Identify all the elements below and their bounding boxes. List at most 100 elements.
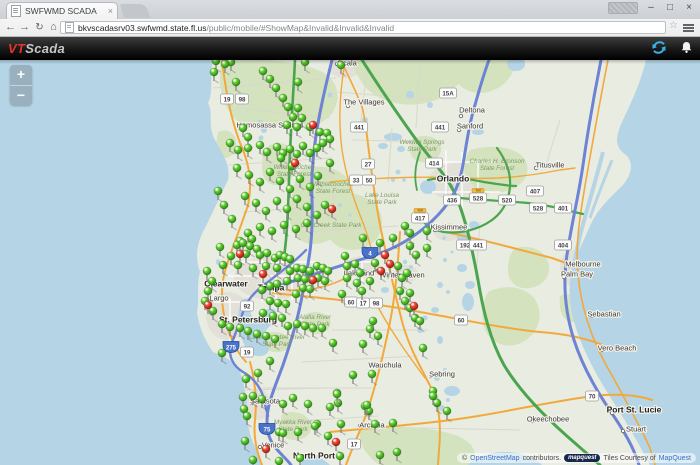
svg-text:Port St. Lucie: Port St. Lucie [607, 405, 662, 415]
refresh-icon[interactable] [651, 40, 667, 55]
page-icon [65, 22, 74, 33]
svg-text:State Park: State Park [367, 199, 397, 206]
svg-text:436: 436 [447, 197, 458, 204]
route-shield: 441 [470, 240, 487, 250]
city-label: Melbourne [565, 260, 600, 269]
interstate-shield: 75 [259, 424, 275, 435]
svg-text:Wauchula: Wauchula [368, 361, 402, 370]
browser-menu-icon[interactable] [683, 24, 694, 32]
maximize-button[interactable]: □ [661, 0, 679, 16]
alarm-bell-icon[interactable] [679, 40, 694, 55]
route-shield: 50 [363, 175, 376, 185]
tab-favicon-icon [11, 5, 21, 17]
svg-text:275: 275 [226, 345, 237, 351]
svg-text:Kissimmee: Kissimmee [431, 223, 468, 232]
route-shield: 19 [221, 94, 234, 104]
route-shield: 98 [370, 298, 383, 308]
city-label: Sebastian [587, 310, 620, 319]
svg-text:Alafia River: Alafia River [298, 314, 332, 321]
forward-button[interactable]: → [18, 19, 31, 37]
reload-button[interactable]: ↻ [33, 19, 46, 37]
browser-toolbar: ← → ↻ ⌂ bkvscadasrv03.swfwmd.state.fl.us… [0, 19, 700, 37]
map-svg: Wekiwa SpringsState ParkWithlacoocheeSta… [0, 60, 700, 465]
svg-text:Sebring: Sebring [429, 370, 455, 379]
route-shield: 414 [426, 158, 443, 168]
svg-text:Myakka River: Myakka River [274, 419, 313, 426]
svg-text:92: 92 [244, 303, 251, 310]
route-shield: 401 [555, 203, 572, 213]
window-close-button[interactable]: × [680, 0, 698, 16]
city-label: Stuart [621, 425, 647, 434]
city-label: Sanford [457, 122, 483, 132]
address-bar[interactable]: bkvscadasrv03.swfwmd.state.fl.us/public/… [60, 21, 666, 34]
back-button[interactable]: ← [4, 19, 17, 37]
minimize-button[interactable]: – [642, 0, 660, 16]
mapquest-logo: mapquest [564, 454, 600, 462]
bookmark-star-icon[interactable]: ☆ [669, 20, 678, 31]
app-header: VTScada [0, 37, 700, 60]
window-badge [608, 2, 638, 14]
svg-text:The Villages: The Villages [343, 98, 384, 107]
svg-text:Palm Bay: Palm Bay [561, 270, 593, 279]
station-marker-green[interactable] [275, 457, 284, 465]
city-label: St. Petersburg [219, 315, 277, 325]
new-tab-button[interactable] [120, 4, 151, 18]
route-shield: 407 [527, 186, 544, 196]
route-shield: 33 [350, 175, 363, 185]
svg-text:15A: 15A [442, 90, 454, 97]
svg-text:27: 27 [365, 161, 372, 168]
route-shield: 15A [440, 88, 457, 98]
zoom-in-button[interactable]: + [10, 65, 32, 86]
tab-close-icon[interactable]: × [108, 6, 113, 16]
svg-text:Wekiwa Springs: Wekiwa Springs [399, 139, 445, 146]
svg-text:98: 98 [239, 96, 246, 103]
svg-text:98: 98 [373, 300, 380, 307]
svg-text:Titusville: Titusville [536, 161, 565, 170]
svg-text:Vero Beach: Vero Beach [598, 344, 637, 353]
svg-text:520: 520 [502, 197, 513, 204]
mapquest-link[interactable]: MapQuest [659, 455, 691, 462]
svg-text:Lake Louisa: Lake Louisa [365, 192, 399, 199]
svg-text:Charles H. Bronson: Charles H. Bronson [470, 158, 525, 165]
zoom-out-button[interactable]: − [10, 86, 32, 106]
svg-text:Melbourne: Melbourne [565, 260, 600, 269]
route-shield: Toll417 [412, 209, 429, 224]
svg-text:Toll: Toll [475, 189, 481, 193]
svg-text:Stuart: Stuart [626, 425, 647, 434]
svg-text:75: 75 [264, 427, 271, 433]
svg-text:404: 404 [558, 242, 569, 249]
route-shield: 60 [345, 297, 358, 307]
browser-tab[interactable]: SWFWMD SCADA × [6, 2, 118, 19]
svg-text:State Park: State Park [407, 146, 437, 153]
city-label: Kissimmee [431, 223, 468, 232]
route-shield: 520 [499, 195, 516, 205]
map-attribution: © OpenStreetMap contributors. mapquest T… [457, 453, 696, 463]
contributors-text: contributors. [523, 455, 562, 462]
city-label: Orlando [437, 174, 470, 184]
svg-text:Sebastian: Sebastian [587, 310, 620, 319]
route-shield: 27 [362, 159, 375, 169]
svg-text:50: 50 [366, 177, 373, 184]
svg-text:60: 60 [348, 299, 355, 306]
osm-link[interactable]: OpenStreetMap [470, 455, 519, 462]
route-shield: 70 [586, 391, 599, 401]
home-button[interactable]: ⌂ [47, 19, 60, 37]
route-shield: 436 [444, 195, 461, 205]
svg-text:St. Petersburg: St. Petersburg [219, 315, 277, 325]
tab-title: SWFWMD SCADA [25, 6, 105, 16]
svg-text:Deltona: Deltona [459, 106, 486, 115]
svg-text:17: 17 [351, 441, 358, 448]
svg-text:407: 407 [530, 188, 541, 195]
browser-window: SWFWMD SCADA × – □ × ← → ↻ ⌂ bkvscadasrv… [0, 0, 700, 465]
svg-text:State Forest: State Forest [480, 165, 515, 172]
city-label: Titusville [534, 161, 564, 170]
route-shield: Toll528 [470, 189, 487, 204]
city-label: Port St. Lucie [607, 405, 662, 415]
tiles-text: Tiles Courtesy of [603, 455, 655, 462]
svg-text:33: 33 [353, 177, 360, 184]
copyright-symbol: © [462, 455, 467, 462]
map-canvas[interactable]: Wekiwa SpringsState ParkWithlacoocheeSta… [0, 60, 700, 465]
route-shield: 17 [348, 439, 361, 449]
city-label: Palm Bay [561, 270, 593, 279]
svg-text:Okeechobee: Okeechobee [527, 415, 570, 424]
